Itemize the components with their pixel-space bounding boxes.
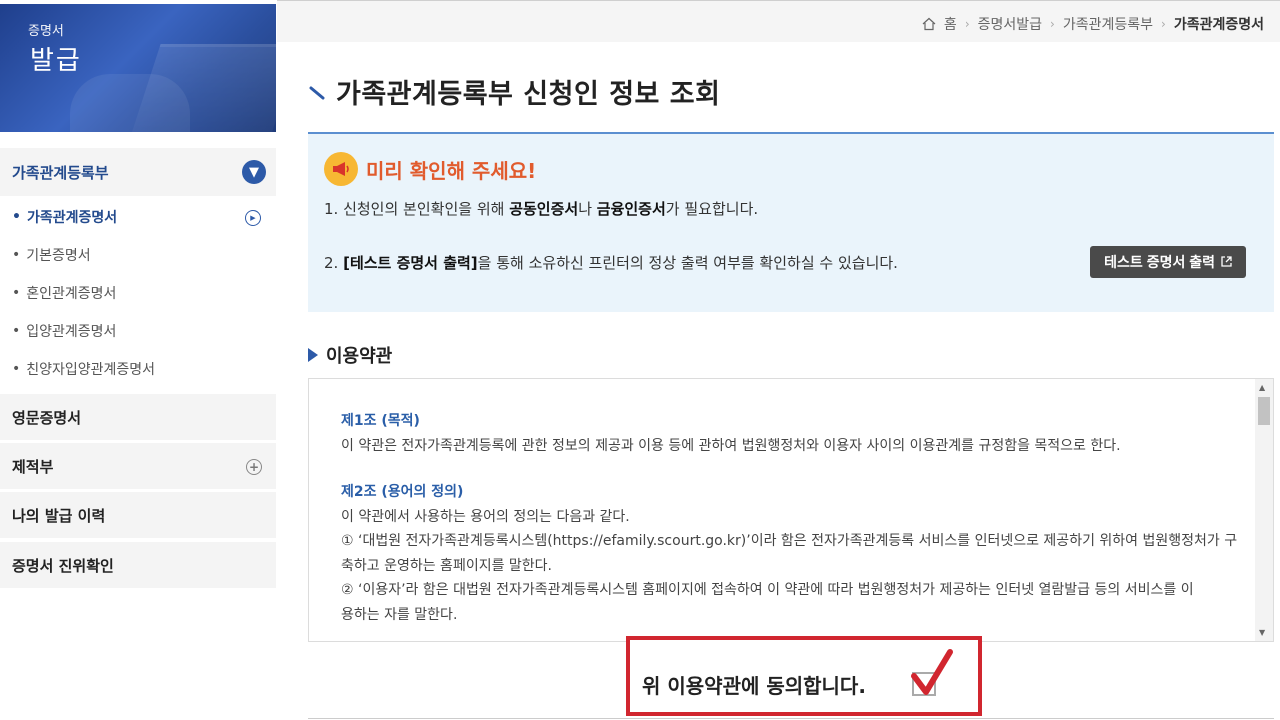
test-print-label: 테스트 증명서 출력 — [1104, 254, 1215, 270]
sidebar-item-removed-register[interactable]: 제적부 + — [0, 443, 276, 491]
terms-scrollbar[interactable]: ▲ ▼ — [1255, 379, 1273, 641]
article-title: 제2조 (용어의 정의) — [341, 484, 464, 500]
sidebar-item-label: 제적부 — [12, 457, 54, 476]
article-body: 이 약관에서 사용하는 용어의 정의는 다음과 같다. — [341, 508, 630, 525]
test-print-button[interactable]: 테스트 증명서 출력 — [1090, 246, 1246, 278]
sidebar-item-label: 혼인관계증명서 — [26, 286, 117, 302]
triangle-right-icon — [308, 348, 318, 362]
terms-content: 제1조 (목적) 이 약관은 전자가족관계등록에 관한 정보의 제공과 이용 등… — [341, 409, 1241, 627]
breadcrumb-family-register[interactable]: 가족관계등록부 — [1063, 14, 1153, 34]
notice-line-2: 2. [테스트 증명서 출력]을 통해 소유하신 프린터의 정상 출력 여부를 … — [324, 254, 898, 272]
page: 증명서 발급 가족관계등록부 ▼ • 가족관계증명서 ▶ • 기본증명서 • 혼인관계… — [0, 0, 1280, 720]
breadcrumb-cert-issue[interactable]: 증명서발급 — [978, 14, 1042, 34]
sidebar-item-label: 증명서 진위확인 — [12, 556, 114, 575]
top-bar: 홈 › 증명서발급 › 가족관계등록부 › 가족관계증명서 — [277, 0, 1280, 42]
sidebar-submenu: • 가족관계증명서 ▶ • 기본증명서 • 혼인관계증명서 • 입양관계증명서 • 친양자… — [4, 198, 271, 390]
scroll-thumb[interactable] — [1258, 397, 1270, 425]
sidebar: 증명서 발급 가족관계등록부 ▼ • 가족관계증명서 ▶ • 기본증명서 • 혼인관계… — [0, 0, 277, 720]
sidebar-section-family-register[interactable]: 가족관계등록부 ▼ — [0, 148, 276, 196]
sidebar-item-basic-cert[interactable]: • 기본증명서 — [4, 236, 271, 274]
sidebar-item-label: 친양자입양관계증명서 — [26, 362, 156, 378]
sidebar-item-marriage-cert[interactable]: • 혼인관계증명서 — [4, 274, 271, 312]
page-title-wrap: 가족관계등록부 신청인 정보 조회 — [308, 72, 720, 111]
megaphone-icon — [324, 152, 358, 186]
scroll-up-arrow-icon[interactable]: ▲ — [1259, 383, 1265, 392]
article-body: 용하는 자를 말한다. — [341, 606, 458, 623]
sidebar-item-family-relation-cert[interactable]: • 가족관계증명서 ▶ — [4, 198, 271, 236]
agree-label: 위 이용약관에 동의합니다. — [642, 674, 866, 698]
plus-circle-icon[interactable]: + — [246, 459, 262, 475]
sidebar-item-english-cert[interactable]: 영문증명서 — [0, 394, 276, 442]
chevron-right-icon: › — [1050, 17, 1055, 31]
notice-header: 미리 확인해 주세요! — [324, 152, 536, 186]
sidebar-item-label: 기본증명서 — [26, 248, 91, 264]
home-icon[interactable] — [922, 17, 936, 31]
banner-title: 발급 — [30, 46, 82, 76]
breadcrumb-current: 가족관계증명서 — [1173, 17, 1264, 33]
breadcrumb: 홈 › 증명서발급 › 가족관계등록부 › 가족관계증명서 — [922, 14, 1264, 34]
terms-header: 이용약관 — [308, 342, 392, 368]
sidebar-section-label: 가족관계등록부 — [12, 163, 109, 182]
notice-title: 미리 확인해 주세요! — [366, 158, 537, 183]
article-body: 이 약관은 전자가족관계등록에 관한 정보의 제공과 이용 등에 관하여 법원행… — [341, 437, 1121, 454]
sidebar-item-full-adoption-cert[interactable]: • 친양자입양관계증명서 — [4, 350, 271, 388]
agree-highlight-box: 위 이용약관에 동의합니다. — [626, 636, 982, 716]
chevron-right-icon: › — [1161, 17, 1166, 31]
chevron-right-icon: › — [964, 17, 970, 31]
notice-line-1: 1. 신청인의 본인확인을 위해 공동인증서나 금융인증서가 필요합니다. — [324, 200, 759, 218]
notice-box: 미리 확인해 주세요! 1. 신청인의 본인확인을 위해 공동인증서나 금융인증… — [308, 132, 1274, 312]
sidebar-item-label: 나의 발급 이력 — [12, 506, 106, 525]
sidebar-item-label: 영문증명서 — [12, 408, 82, 427]
article-body: ② ‘이용자’라 함은 대법원 전자가족관계등록시스템 홈페이지에 접속하여 이… — [341, 582, 1194, 598]
terms-scroll-box[interactable]: 제1조 (목적) 이 약관은 전자가족관계등록에 관한 정보의 제공과 이용 등… — [308, 378, 1274, 642]
sidebar-item-issue-history[interactable]: 나의 발급 이력 — [0, 492, 276, 540]
sidebar-item-cert-verification[interactable]: 증명서 진위확인 — [0, 542, 276, 590]
page-title: 가족관계등록부 신청인 정보 조회 — [336, 79, 721, 110]
check-mark-icon — [911, 649, 953, 695]
external-link-icon — [1221, 254, 1232, 270]
sidebar-item-adoption-cert[interactable]: • 입양관계증명서 — [4, 312, 271, 350]
scroll-down-arrow-icon[interactable]: ▼ — [1259, 628, 1265, 637]
title-slash-icon — [308, 82, 328, 102]
sidebar-item-label: 가족관계증명서 — [26, 210, 118, 226]
article-body: 축하고 운영하는 홈페이지를 말한다. — [341, 557, 552, 574]
terms-title: 이용약관 — [326, 346, 393, 367]
chevron-down-icon[interactable]: ▼ — [242, 160, 266, 184]
article-body: ① ‘대법원 전자가족관계등록시스템(https://efamily.scour… — [341, 533, 1238, 549]
sidebar-item-label: 입양관계증명서 — [26, 324, 117, 340]
breadcrumb-home[interactable]: 홈 — [944, 14, 957, 34]
article-title: 제1조 (목적) — [341, 413, 420, 429]
play-circle-icon: ▶ — [245, 210, 261, 226]
banner-small-text: 증명서 — [28, 24, 64, 39]
divider — [308, 718, 1274, 719]
sidebar-banner: 증명서 발급 — [0, 4, 276, 132]
